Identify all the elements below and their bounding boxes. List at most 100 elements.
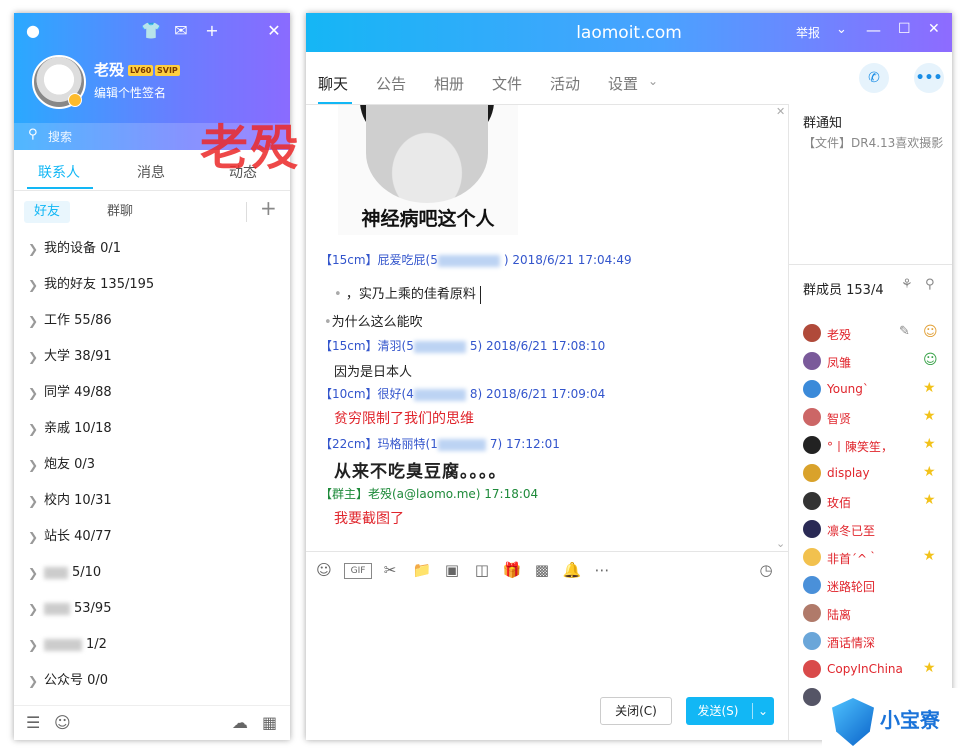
more-button[interactable]: ••• [914, 63, 944, 93]
member-name[interactable]: 酒话情深 [827, 634, 875, 651]
blurred-name [44, 602, 70, 615]
member-name[interactable]: Young` [827, 382, 869, 396]
status-icon[interactable] [68, 93, 82, 107]
member-avatar[interactable] [803, 520, 821, 538]
member-name[interactable]: 迷路轮回 [827, 578, 875, 595]
list-item[interactable]: ❯ 校内 10/31 [14, 483, 290, 519]
level-badge[interactable]: LV60 [128, 65, 154, 76]
apps-icon[interactable]: ▦ [262, 713, 277, 732]
scissors-icon[interactable]: ✂ [380, 560, 400, 580]
tab-settings[interactable]: 设置 [608, 73, 638, 94]
member-avatar[interactable] [803, 380, 821, 398]
list-item[interactable]: ❯ 工作 55/86 [14, 303, 290, 339]
list-item[interactable]: ❯ 亲戚 10/18 [14, 411, 290, 447]
expand-icon[interactable]: ⌄ [776, 537, 785, 550]
edit-icon[interactable]: ✎ [899, 324, 910, 339]
tab-notice[interactable]: 公告 [376, 73, 406, 94]
list-item[interactable]: ❯ 1/2 [14, 627, 290, 663]
member-avatar[interactable] [803, 632, 821, 650]
contact-subtabs: 好友 群聊 + [14, 196, 290, 228]
report-link[interactable]: 举报 [796, 24, 820, 41]
minimize-icon[interactable]: — [866, 21, 881, 39]
svip-badge[interactable]: SVIP [155, 65, 180, 76]
tab-album[interactable]: 相册 [434, 73, 464, 94]
member-avatar[interactable] [803, 492, 821, 510]
close-icon[interactable]: ✕ [263, 21, 285, 41]
tab-chat[interactable]: 聊天 [318, 73, 348, 94]
tab-files[interactable]: 文件 [492, 73, 522, 94]
member-name[interactable]: 玫佰 [827, 494, 851, 511]
image-icon[interactable]: ▣ [442, 560, 462, 580]
member-avatar[interactable] [803, 604, 821, 622]
subtab-groups[interactable]: 群聊 [97, 201, 143, 223]
send-button[interactable]: 发送(S) ⌄ [686, 697, 774, 725]
list-item[interactable]: ❯ 53/95 [14, 591, 290, 627]
search-icon[interactable]: ⚲ [925, 277, 935, 292]
gif-icon[interactable]: GIF [344, 563, 372, 579]
message-header: 【10cm】很好(4 8) 2018/6/21 17:09:04 [320, 387, 606, 401]
member-name[interactable]: 凤雏 [827, 354, 851, 371]
tab-messages[interactable]: 消息 [137, 162, 165, 182]
member-avatar[interactable] [803, 576, 821, 594]
phone-call-button[interactable]: ✆ [859, 63, 889, 93]
list-item[interactable]: ❯ 5/10 [14, 555, 290, 591]
member-name[interactable]: 凛冬已至 [827, 522, 875, 539]
more-icon[interactable]: ⋯ [592, 560, 612, 580]
member-avatar[interactable] [803, 352, 821, 370]
member-name[interactable]: 非首´^｀ [827, 550, 879, 567]
chevron-down-icon[interactable]: ⌄ [836, 22, 847, 37]
group-notice-text[interactable]: 【文件】DR4.13喜欢摄影... [803, 134, 943, 151]
sticker-image[interactable]: 神经病吧这个人 [338, 105, 518, 235]
nickname[interactable]: 老殁 [94, 59, 124, 80]
add-group-icon[interactable]: + [260, 196, 277, 220]
calendar-icon[interactable]: ▩ [532, 560, 552, 580]
list-item[interactable]: ❯ 同学 49/88 [14, 375, 290, 411]
list-item[interactable]: ❯ 我的好友 135/195 [14, 267, 290, 303]
bell-icon[interactable]: 🔔 [562, 560, 582, 580]
member-settings-icon[interactable]: ⚘ [901, 277, 913, 292]
member-name[interactable]: 智贤 [827, 410, 851, 427]
gift-icon[interactable]: 🎁 [502, 560, 522, 580]
member-avatar[interactable] [803, 324, 821, 342]
collapse-icon[interactable]: ✕ [776, 105, 785, 118]
history-icon[interactable]: ◷ [756, 560, 776, 580]
member-avatar[interactable] [803, 436, 821, 454]
member-avatar[interactable] [803, 660, 821, 678]
list-item[interactable]: ❯ 炮友 0/3 [14, 447, 290, 483]
member-name[interactable]: 老殁 [827, 326, 851, 343]
member-name[interactable]: 陆离 [827, 606, 851, 623]
folder-icon[interactable]: 📁 [412, 560, 432, 580]
mail-icon[interactable]: ✉ [170, 21, 192, 41]
list-item[interactable]: ❯ 大学 38/91 [14, 339, 290, 375]
chevron-down-icon[interactable]: ⌄ [756, 697, 770, 725]
signature-field[interactable]: 编辑个性签名 [94, 84, 166, 101]
tab-contacts[interactable]: 联系人 [38, 162, 80, 182]
close-button[interactable]: 关闭(C) [600, 697, 672, 725]
message-pane[interactable]: 神经病吧这个人 ✕ 【15cm】屁爱吃屁(5) 2018/6/21 17:04:… [306, 104, 788, 552]
list-item[interactable]: ❯ 公众号 0/0 [14, 663, 290, 699]
list-item[interactable]: ❯ 站长 40/77 [14, 519, 290, 555]
member-avatar[interactable] [803, 464, 821, 482]
red-packet-icon[interactable]: ◫ [472, 560, 492, 580]
chevron-right-icon: ❯ [28, 242, 39, 256]
subtab-friends[interactable]: 好友 [24, 201, 71, 223]
member-name[interactable]: CopyInChina [827, 662, 903, 676]
member-avatar[interactable] [803, 408, 821, 426]
message-input[interactable] [306, 587, 788, 687]
add-friend-icon[interactable]: ☺ [54, 713, 71, 732]
cloud-icon[interactable]: ☁ [232, 713, 248, 732]
menu-icon[interactable]: ☰ [26, 713, 40, 732]
member-avatar[interactable] [803, 688, 821, 706]
member-avatar[interactable] [803, 548, 821, 566]
member-name[interactable]: °丨陳笑笙， [827, 438, 893, 455]
add-icon[interactable]: + [201, 21, 223, 41]
list-item[interactable]: ❯ 我的设备 0/1 [14, 231, 290, 267]
close-icon[interactable]: ✕ [928, 21, 940, 37]
member-name[interactable]: display [827, 466, 870, 480]
group-notice-title[interactable]: 群通知 [803, 112, 842, 131]
chevron-right-icon: ❯ [28, 314, 39, 328]
skin-icon[interactable]: 👕 [140, 21, 162, 41]
maximize-icon[interactable]: ☐ [898, 21, 911, 37]
emoji-icon[interactable]: ☺ [314, 560, 334, 580]
tab-activity[interactable]: 活动 [550, 73, 580, 94]
